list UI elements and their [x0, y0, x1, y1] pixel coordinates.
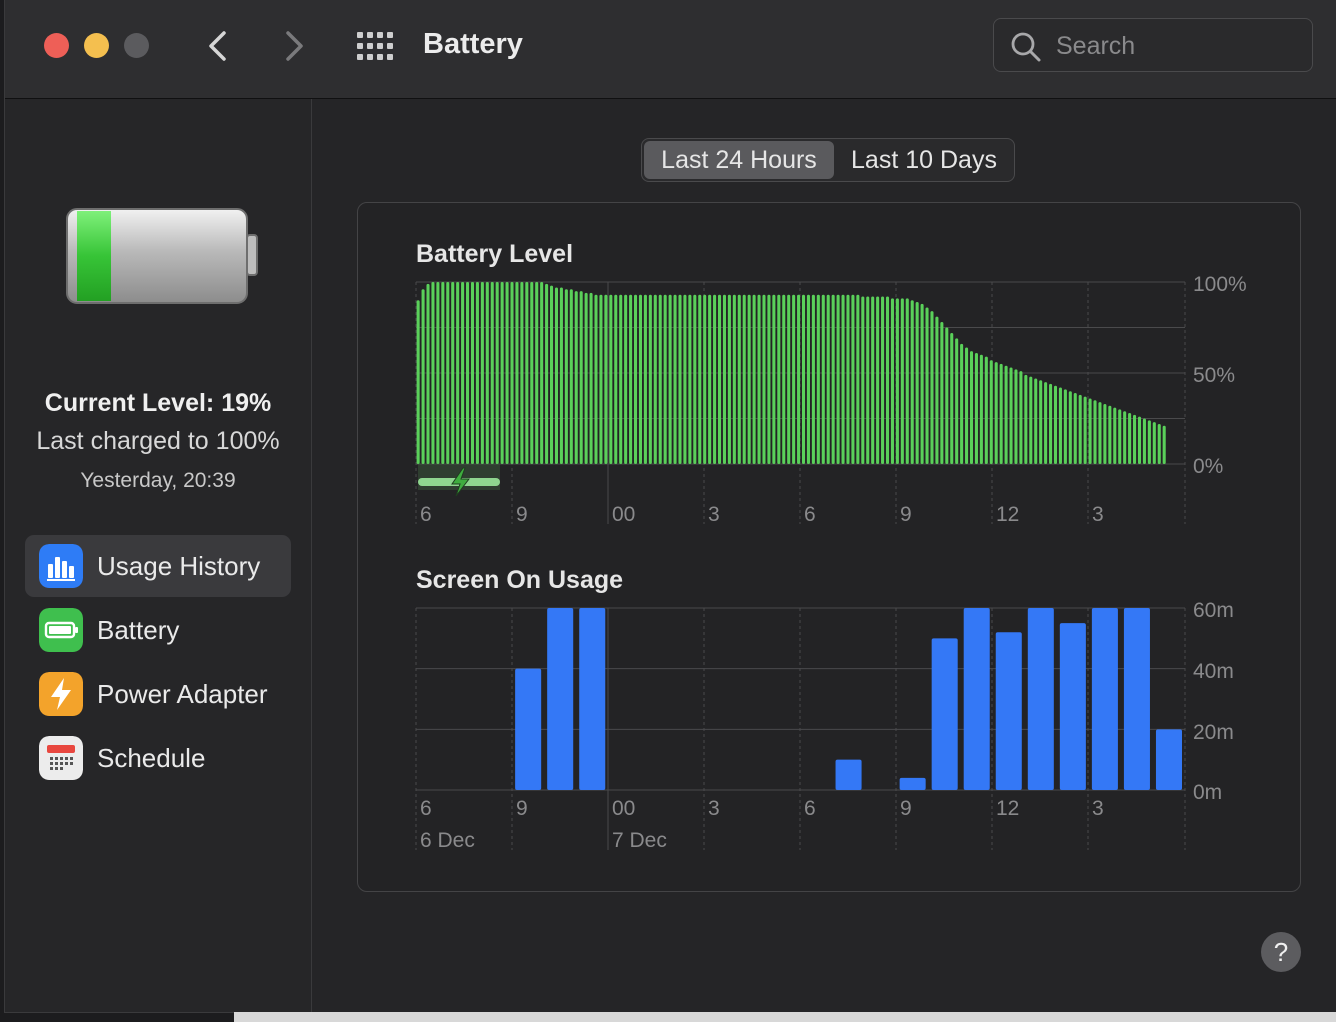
battery-icon	[39, 608, 83, 652]
sidebar-item-schedule[interactable]: Schedule	[25, 727, 291, 789]
time-range-control: Last 24 Hours Last 10 Days	[641, 138, 1015, 182]
sidebar-item-power-adapter[interactable]: Power Adapter	[25, 663, 291, 725]
sidebar-item-label: Power Adapter	[97, 679, 268, 709]
tab-last-10-days[interactable]: Last 10 Days	[836, 141, 1012, 179]
chevron-left-icon[interactable]	[199, 26, 239, 66]
sidebar: Current Level: 19% Last charged to 100% …	[5, 99, 312, 1012]
calendar-icon	[39, 736, 83, 780]
sidebar-item-label: Usage History	[97, 551, 261, 581]
battery-level-title: Battery Level	[416, 240, 574, 268]
zoom-button[interactable]	[124, 33, 149, 58]
sidebar-item-usage-history[interactable]: Usage History	[25, 535, 291, 597]
sidebar-item-battery[interactable]: Battery	[25, 599, 291, 661]
titlebar: Battery	[5, 0, 1336, 99]
battery-level-icon	[66, 208, 258, 304]
last-charged-time: Yesterday, 20:39	[80, 469, 236, 492]
search-input[interactable]	[1054, 27, 1298, 65]
search-field[interactable]	[993, 18, 1313, 72]
tab-last-24-hours[interactable]: Last 24 Hours	[644, 141, 834, 179]
minimize-button[interactable]	[84, 33, 109, 58]
grid-icon[interactable]	[355, 30, 395, 62]
close-button[interactable]	[44, 33, 69, 58]
last-charged-text: Last charged to 100%	[36, 427, 280, 455]
sidebar-item-label: Battery	[97, 615, 180, 645]
screen-on-usage-title: Screen On Usage	[416, 566, 624, 594]
bar-chart-icon	[39, 544, 83, 588]
background-window-strip	[234, 1012, 1336, 1022]
chevron-right-icon[interactable]	[273, 26, 313, 66]
battery-preferences-window: Battery Search Current Level: 19% Last c…	[4, 0, 1336, 1013]
sidebar-item-label: Schedule	[97, 743, 206, 773]
current-level-text: Current Level: 19%	[44, 389, 272, 417]
help-button[interactable]: ?	[1261, 932, 1301, 972]
search-icon	[1011, 32, 1041, 62]
charts-panel	[357, 202, 1301, 892]
window-title: Battery	[423, 28, 523, 60]
lightning-icon	[39, 672, 83, 716]
